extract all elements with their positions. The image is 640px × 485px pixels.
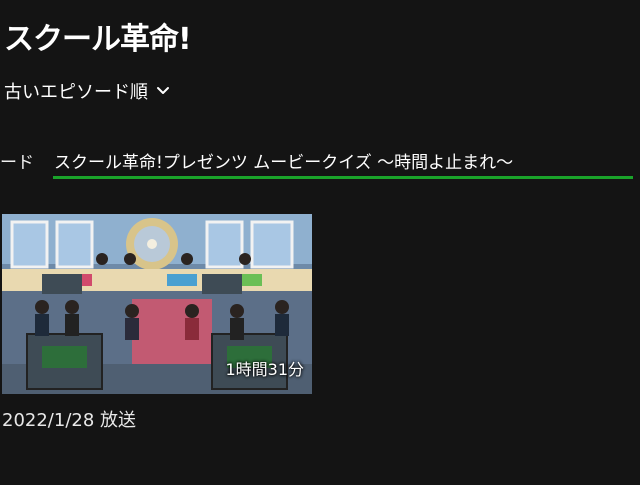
active-tab-indicator bbox=[53, 176, 633, 179]
airdate-label: 2022/1/28 放送 bbox=[2, 410, 137, 431]
sort-label: 古いエピソード順 bbox=[4, 82, 148, 103]
episode-card[interactable]: 1時間31分 2022/1/28 放送 bbox=[2, 214, 314, 432]
tab-active[interactable]: スクール革命!プレゼンツ ムービークイズ 〜時間よ止まれ〜 bbox=[54, 148, 513, 173]
sort-dropdown[interactable]: 古いエピソード順 bbox=[4, 78, 170, 104]
chevron-down-icon bbox=[157, 87, 169, 94]
episode-tabs: ード スクール革命!プレゼンツ ムービークイズ 〜時間よ止まれ〜 bbox=[0, 146, 640, 182]
episode-thumbnail[interactable]: 1時間31分 bbox=[2, 214, 312, 394]
show-title: スクール革命! bbox=[4, 22, 192, 57]
tab-previous[interactable]: ード bbox=[0, 148, 34, 173]
duration-label: 1時間31分 bbox=[225, 360, 304, 379]
